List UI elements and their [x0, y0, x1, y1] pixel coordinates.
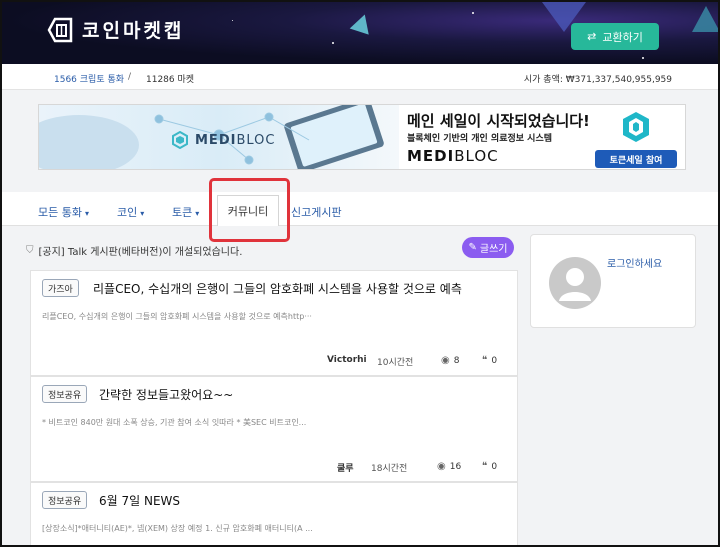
avatar-icon: [549, 257, 601, 309]
list-item[interactable]: 정보공유 간략한 정보들고왔어요~~ * 비트코인 840만 원대 소폭 상승,…: [30, 376, 518, 482]
list-item[interactable]: 가즈아 리플CEO, 수십개의 은행이 그들의 암호화폐 시스템을 사용할 것으…: [30, 270, 518, 376]
stats-separator: /: [128, 72, 132, 82]
quote-icon: ❝: [482, 461, 488, 472]
list-item[interactable]: 정보공유 6월 7일 NEWS [상장소식]*애터니티(AE)*, 넴(XEM)…: [30, 482, 518, 545]
banner-brand: MEDIBLOC: [407, 147, 499, 165]
banner-image: MEDIBLOC: [39, 105, 399, 169]
exchange-icon: ⇄: [587, 30, 597, 43]
tab-report-board[interactable]: 신고게시판: [291, 204, 342, 220]
chevron-down-icon: ▾: [195, 209, 200, 218]
quote-icon: ❝: [482, 355, 488, 366]
chevron-down-icon: ▾: [140, 209, 145, 218]
post-comments: ❝ 0: [482, 355, 498, 366]
category-nav: 모든 통화 ▾ 코인 ▾ 토큰 ▾ 커뮤니티 신고게시판: [2, 192, 718, 226]
banner-title: 메인 세일이 시작되었습니다!: [407, 112, 590, 130]
site-logo[interactable]: 코인마켓캡: [46, 16, 184, 43]
post-author[interactable]: Victorhi: [327, 355, 367, 365]
eye-icon: ◉: [441, 355, 450, 366]
post-time: 18시간전: [371, 464, 408, 474]
medibloc-hex-icon: [623, 112, 649, 142]
post-title[interactable]: 간략한 정보들고왔어요~~: [99, 386, 233, 403]
post-excerpt: 리플CEO, 수십개의 은행이 그들의 암호화폐 시스템을 사용할 것으로 예측…: [42, 312, 312, 321]
token-sale-button[interactable]: 토큰세일 참여: [595, 150, 677, 168]
post-views: ◉ 8: [441, 355, 460, 366]
exchange-button[interactable]: ⇄ 교환하기: [571, 23, 659, 50]
post-tag[interactable]: 정보공유: [42, 385, 88, 403]
post-author[interactable]: 쿨루: [337, 461, 354, 474]
chevron-down-icon: ▾: [84, 209, 89, 218]
market-count: 11286 마켓: [146, 75, 195, 85]
eye-icon: ◉: [437, 461, 446, 472]
total-market-cap: 시가 총액: ₩371,337,540,955,959: [523, 75, 672, 85]
post-excerpt: * 비트코인 840만 원대 소폭 상승, 기관 참여 소식 잇따라 * 美SE…: [42, 418, 307, 427]
pencil-icon: ✎: [468, 242, 477, 253]
notice-bar[interactable]: ⛉ [공지] Talk 게시판(베타버전)이 개설되었습니다.: [26, 240, 518, 260]
medibloc-logo: MEDIBLOC: [171, 131, 275, 149]
write-post-button[interactable]: ✎ 글쓰기: [462, 237, 514, 258]
login-card[interactable]: 로그인하세요: [530, 234, 696, 328]
tab-tokens[interactable]: 토큰 ▾: [172, 204, 199, 220]
global-stats-bar: 1566 크립토 통화 / 11286 마켓 시가 총액: ₩371,337,5…: [2, 64, 718, 90]
post-tag[interactable]: 정보공유: [42, 491, 88, 509]
post-excerpt: [상장소식]*애터니티(AE)*, 넴(XEM) 상장 예정 1. 신규 암호화…: [42, 524, 313, 533]
coin-count-link[interactable]: 1566 크립토 통화: [54, 72, 124, 85]
logo-icon: [46, 17, 74, 43]
login-link[interactable]: 로그인하세요: [607, 255, 662, 270]
top-header: 코인마켓캡 ⇄ 교환하기: [2, 2, 718, 64]
logo-text: 코인마켓캡: [82, 20, 185, 42]
post-title[interactable]: 리플CEO, 수십개의 은행이 그들의 암호화폐 시스템을 사용할 것으로 예측: [93, 280, 462, 297]
ad-banner[interactable]: MEDIBLOC 메인 세일이 시작되었습니다! 블록체인 기반의 개인 의료정…: [38, 104, 686, 170]
banner-subtitle: 블록체인 기반의 개인 의료정보 시스템: [407, 134, 553, 144]
post-time: 10시간전: [377, 358, 414, 368]
community-tab-highlight: [209, 178, 290, 242]
post-views: ◉ 16: [437, 461, 462, 472]
post-title[interactable]: 6월 7일 NEWS: [99, 492, 180, 509]
tab-all-currencies[interactable]: 모든 통화 ▾: [38, 204, 89, 220]
medibloc-logo-icon: [172, 131, 188, 149]
page-frame: 코인마켓캡 ⇄ 교환하기 1566 크립토 통화 / 11286 마켓 시가 총…: [0, 0, 720, 547]
notice-text: [공지] Talk 게시판(베타버전)이 개설되었습니다.: [38, 246, 243, 258]
post-comments: ❝ 0: [482, 461, 498, 472]
shield-icon: ⛉: [26, 244, 34, 256]
post-tag[interactable]: 가즈아: [42, 279, 79, 297]
tab-coins[interactable]: 코인 ▾: [117, 204, 144, 220]
